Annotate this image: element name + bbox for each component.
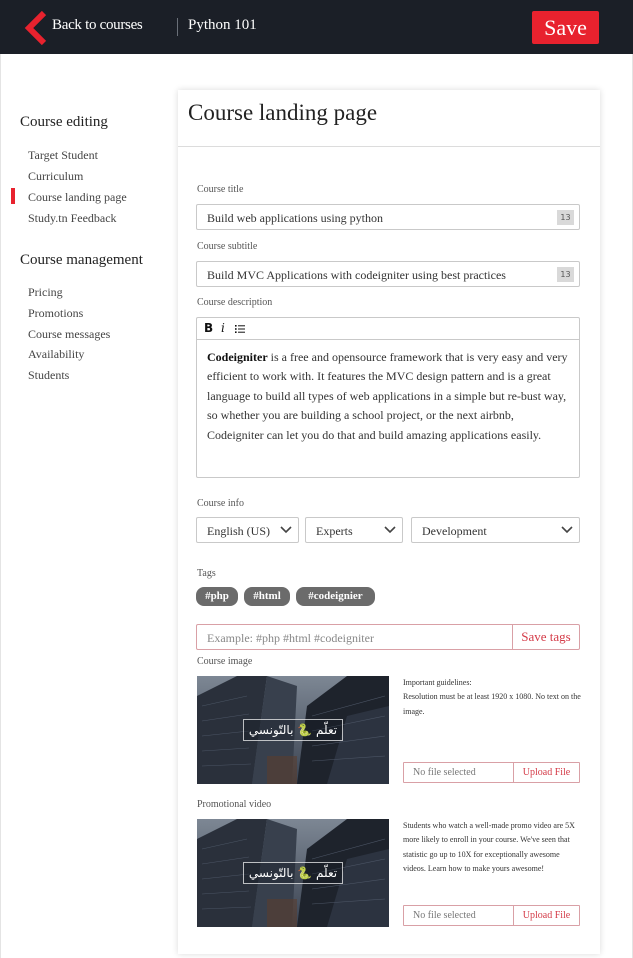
- course-subtitle-label: Course subtitle: [197, 241, 258, 252]
- course-subtitle-value: Build MVC Applications with codeigniter …: [207, 268, 506, 282]
- promo-video-file-status: No file selected: [413, 910, 476, 921]
- category-value: Development: [422, 524, 487, 538]
- top-bar: Back to courses Python 101 Save: [0, 0, 633, 54]
- header-divider: [177, 18, 178, 36]
- save-tags-button[interactable]: Save tags: [512, 625, 579, 649]
- tags-label: Tags: [197, 568, 216, 579]
- tag-chip-php[interactable]: #php: [196, 587, 238, 606]
- promo-video-upload-button[interactable]: Upload File: [513, 906, 579, 925]
- active-item-marker: [11, 188, 15, 204]
- promo-video-badge: تعلّم 🐍 بالتّونسي: [243, 862, 343, 884]
- sidebar-heading-course-management: Course management: [20, 252, 143, 268]
- course-image-file-input[interactable]: No file selected Upload File: [403, 762, 580, 783]
- course-title-label: Course title: [197, 184, 244, 195]
- chevron-down-icon: [280, 526, 292, 534]
- list-icon[interactable]: [235, 324, 245, 334]
- promo-video-file-input[interactable]: No file selected Upload File: [403, 905, 580, 926]
- promo-video-label: Promotional video: [197, 799, 272, 810]
- language-value: English (US): [207, 524, 270, 538]
- sidebar-item-students[interactable]: Students: [28, 368, 69, 383]
- sidebar-item-course-landing-page[interactable]: Course landing page: [28, 190, 127, 205]
- sidebar-item-study-feedback[interactable]: Study.tn Feedback: [28, 211, 117, 226]
- back-chevron-icon[interactable]: [24, 10, 52, 46]
- sidebar-item-curriculum[interactable]: Curriculum: [28, 169, 83, 184]
- category-select[interactable]: Development: [411, 517, 580, 543]
- bold-button[interactable]: B: [204, 321, 213, 335]
- course-title-input[interactable]: Build web applications using python 13: [196, 204, 580, 230]
- course-image-badge: تعلّم 🐍 بالتّونسي: [243, 719, 343, 741]
- sidebar-item-target-student[interactable]: Target Student: [28, 148, 98, 163]
- course-title-counter: 13: [557, 210, 574, 225]
- chevron-down-icon: [561, 526, 573, 534]
- course-image-upload-button[interactable]: Upload File: [513, 763, 579, 782]
- course-name: Python 101: [188, 17, 257, 33]
- tag-chip-codeignier[interactable]: #codeignier: [296, 587, 375, 606]
- landing-page-card: Course landing page Course title Build w…: [178, 90, 600, 954]
- course-image-label: Course image: [197, 656, 253, 667]
- level-value: Experts: [316, 524, 353, 538]
- course-info-label: Course info: [197, 498, 244, 509]
- language-select[interactable]: English (US): [196, 517, 299, 543]
- sidebar-item-promotions[interactable]: Promotions: [28, 306, 83, 321]
- sidebar-item-course-messages[interactable]: Course messages: [28, 327, 110, 342]
- editor-toolbar: B i: [197, 318, 579, 340]
- title-divider: [178, 146, 600, 147]
- description-bold-lead: Codeigniter: [207, 350, 268, 364]
- description-text[interactable]: Codeigniter is a free and opensource fra…: [207, 348, 569, 445]
- italic-button[interactable]: i: [221, 321, 225, 335]
- tags-placeholder: Example: #php #html #codeigniter: [207, 631, 374, 645]
- promo-video-guidelines: Students who watch a well-made promo vid…: [403, 821, 575, 873]
- course-subtitle-counter: 13: [557, 267, 574, 282]
- promo-video-preview: تعلّم 🐍 بالتّونسي: [197, 819, 389, 927]
- sidebar-item-pricing[interactable]: Pricing: [28, 285, 63, 300]
- description-editor[interactable]: B i Codeigniter is a free and opensource…: [196, 317, 580, 478]
- tag-chip-html[interactable]: #html: [244, 587, 290, 606]
- course-image-preview: تعلّم 🐍 بالتّونسي: [197, 676, 389, 784]
- sidebar-heading-course-editing: Course editing: [20, 114, 108, 130]
- page-title: Course landing page: [188, 100, 378, 125]
- course-subtitle-input[interactable]: Build MVC Applications with codeigniter …: [196, 261, 580, 287]
- chevron-down-icon: [384, 526, 396, 534]
- course-image-file-status: No file selected: [413, 767, 476, 778]
- course-title-value: Build web applications using python: [207, 211, 383, 225]
- back-to-courses-link[interactable]: Back to courses: [52, 17, 143, 34]
- course-description-label: Course description: [197, 297, 273, 308]
- course-image-guidelines: Important guidelines: Resolution must be…: [403, 678, 581, 716]
- tags-input[interactable]: Example: #php #html #codeigniter Save ta…: [196, 624, 580, 650]
- save-button[interactable]: Save: [532, 11, 599, 44]
- sidebar-item-availability[interactable]: Availability: [28, 347, 84, 362]
- level-select[interactable]: Experts: [305, 517, 403, 543]
